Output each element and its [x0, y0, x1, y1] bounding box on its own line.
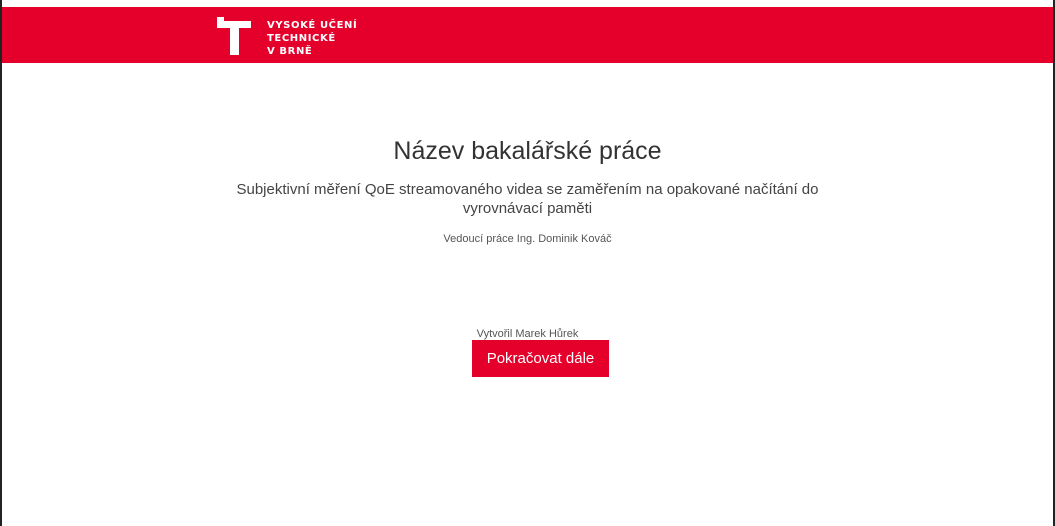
vut-t-logo-icon	[217, 17, 251, 55]
header-bar: VYSOKÉ UČENÍ TECHNICKÉ V BRNĚ	[2, 7, 1053, 63]
supervisor-text: Vedoucí práce Ing. Dominik Kováč	[443, 233, 612, 245]
author-text: Vytvořil Marek Hůrek	[476, 328, 579, 340]
thesis-subtitle: Subjektivní měření QoE streamovaného vid…	[236, 181, 819, 217]
logo-text: VYSOKÉ UČENÍ TECHNICKÉ V BRNĚ	[267, 17, 357, 58]
university-logo: VYSOKÉ UČENÍ TECHNICKÉ V BRNĚ	[217, 17, 357, 58]
page-frame: VYSOKÉ UČENÍ TECHNICKÉ V BRNĚ Název baka…	[0, 0, 1055, 526]
page-title: Název bakalářské práce	[393, 137, 662, 165]
logo-line-3: V BRNĚ	[267, 46, 313, 57]
logo-line-1: VYSOKÉ UČENÍ	[267, 20, 358, 31]
logo-line-2: TECHNICKÉ	[267, 33, 336, 44]
continue-button[interactable]: Pokračovat dále	[472, 340, 609, 377]
